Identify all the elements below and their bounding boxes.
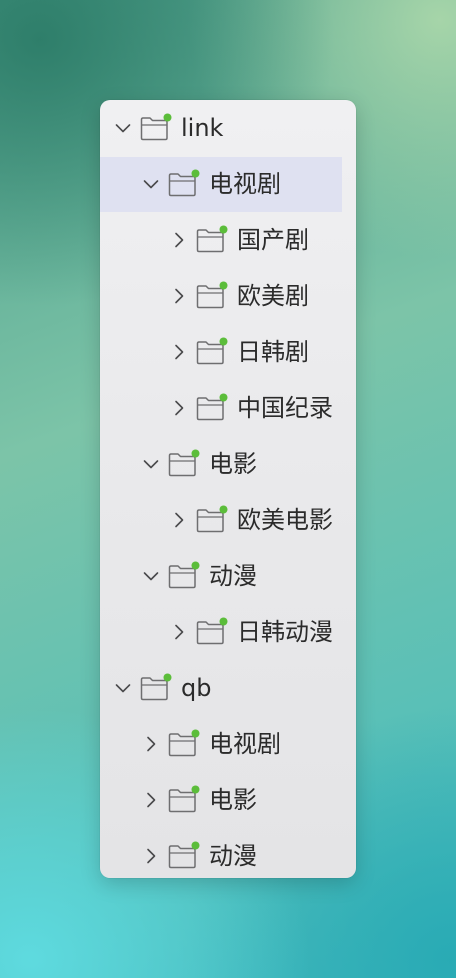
status-dot xyxy=(191,169,200,178)
tree-item-label: 日韩剧 xyxy=(237,338,309,366)
tree-row[interactable]: link xyxy=(100,100,356,156)
tree-item-label: 电视剧 xyxy=(209,730,281,758)
folder-tree-panel: link 电视剧 国产剧 欧美剧 日韩剧 中国纪录 电影 欧美电影 动漫 日韩动漫 qb 电视剧 电影动… xyxy=(100,100,356,878)
tree-row[interactable]: 欧美剧 xyxy=(100,268,356,324)
status-dot xyxy=(219,393,228,402)
chevron-down-icon[interactable] xyxy=(141,566,161,586)
chevron-down-icon[interactable] xyxy=(141,174,161,194)
tree-item-label: 动漫 xyxy=(209,842,257,870)
tree-row[interactable]: 欧美电影 xyxy=(100,492,356,548)
chevron-right-icon[interactable] xyxy=(169,286,189,306)
folder-icon xyxy=(168,841,200,869)
tree-item-label: 电影 xyxy=(209,786,257,814)
folder-icon xyxy=(140,113,172,141)
tree-item-label: link xyxy=(181,114,224,142)
folder-tree: link 电视剧 国产剧 欧美剧 日韩剧 中国纪录 电影 欧美电影 动漫 日韩动漫 qb 电视剧 电影动… xyxy=(100,100,356,878)
tree-item-label: 中国纪录 xyxy=(237,394,333,422)
tree-row[interactable]: 动漫 xyxy=(100,828,356,878)
status-dot xyxy=(219,225,228,234)
folder-icon xyxy=(168,729,200,757)
tree-item-label: 电视剧 xyxy=(209,170,281,198)
tree-row[interactable]: 中国纪录 xyxy=(100,380,356,436)
chevron-right-icon[interactable] xyxy=(169,398,189,418)
folder-icon xyxy=(196,337,228,365)
chevron-down-icon[interactable] xyxy=(113,118,133,138)
tree-item-label: 欧美电影 xyxy=(237,506,333,534)
status-dot xyxy=(219,281,228,290)
folder-icon xyxy=(196,505,228,533)
tree-row[interactable]: 电影 xyxy=(100,772,356,828)
tree-row[interactable]: 电视剧 xyxy=(100,716,356,772)
tree-row[interactable]: 电影 xyxy=(100,436,356,492)
tree-row[interactable]: 动漫 xyxy=(100,548,356,604)
folder-icon xyxy=(168,449,200,477)
status-dot xyxy=(191,561,200,570)
chevron-right-icon[interactable] xyxy=(169,622,189,642)
tree-row[interactable]: qb xyxy=(100,660,356,716)
chevron-right-icon[interactable] xyxy=(169,510,189,530)
folder-icon xyxy=(196,281,228,309)
folder-icon xyxy=(168,785,200,813)
tree-row[interactable]: 电视剧 xyxy=(100,156,356,212)
status-dot xyxy=(191,449,200,458)
tree-item-label: 国产剧 xyxy=(237,226,309,254)
status-dot xyxy=(163,113,172,122)
tree-item-label: 欧美剧 xyxy=(237,282,309,310)
folder-icon xyxy=(196,225,228,253)
tree-row[interactable]: 日韩剧 xyxy=(100,324,356,380)
chevron-down-icon[interactable] xyxy=(141,454,161,474)
folder-icon xyxy=(196,617,228,645)
tree-item-label: 动漫 xyxy=(209,562,257,590)
status-dot xyxy=(163,673,172,682)
status-dot xyxy=(219,505,228,514)
status-dot xyxy=(219,617,228,626)
chevron-down-icon[interactable] xyxy=(113,678,133,698)
chevron-right-icon[interactable] xyxy=(169,342,189,362)
status-dot xyxy=(191,841,200,850)
status-dot xyxy=(191,785,200,794)
chevron-right-icon[interactable] xyxy=(141,734,161,754)
folder-icon xyxy=(196,393,228,421)
tree-row[interactable]: 日韩动漫 xyxy=(100,604,356,660)
chevron-right-icon[interactable] xyxy=(141,846,161,866)
chevron-right-icon[interactable] xyxy=(141,790,161,810)
tree-item-label: qb xyxy=(181,674,212,702)
status-dot xyxy=(219,337,228,346)
folder-icon xyxy=(168,169,200,197)
tree-item-label: 电影 xyxy=(209,450,257,478)
folder-icon xyxy=(140,673,172,701)
tree-row[interactable]: 国产剧 xyxy=(100,212,356,268)
folder-icon xyxy=(168,561,200,589)
tree-item-label: 日韩动漫 xyxy=(237,618,333,646)
status-dot xyxy=(191,729,200,738)
chevron-right-icon[interactable] xyxy=(169,230,189,250)
